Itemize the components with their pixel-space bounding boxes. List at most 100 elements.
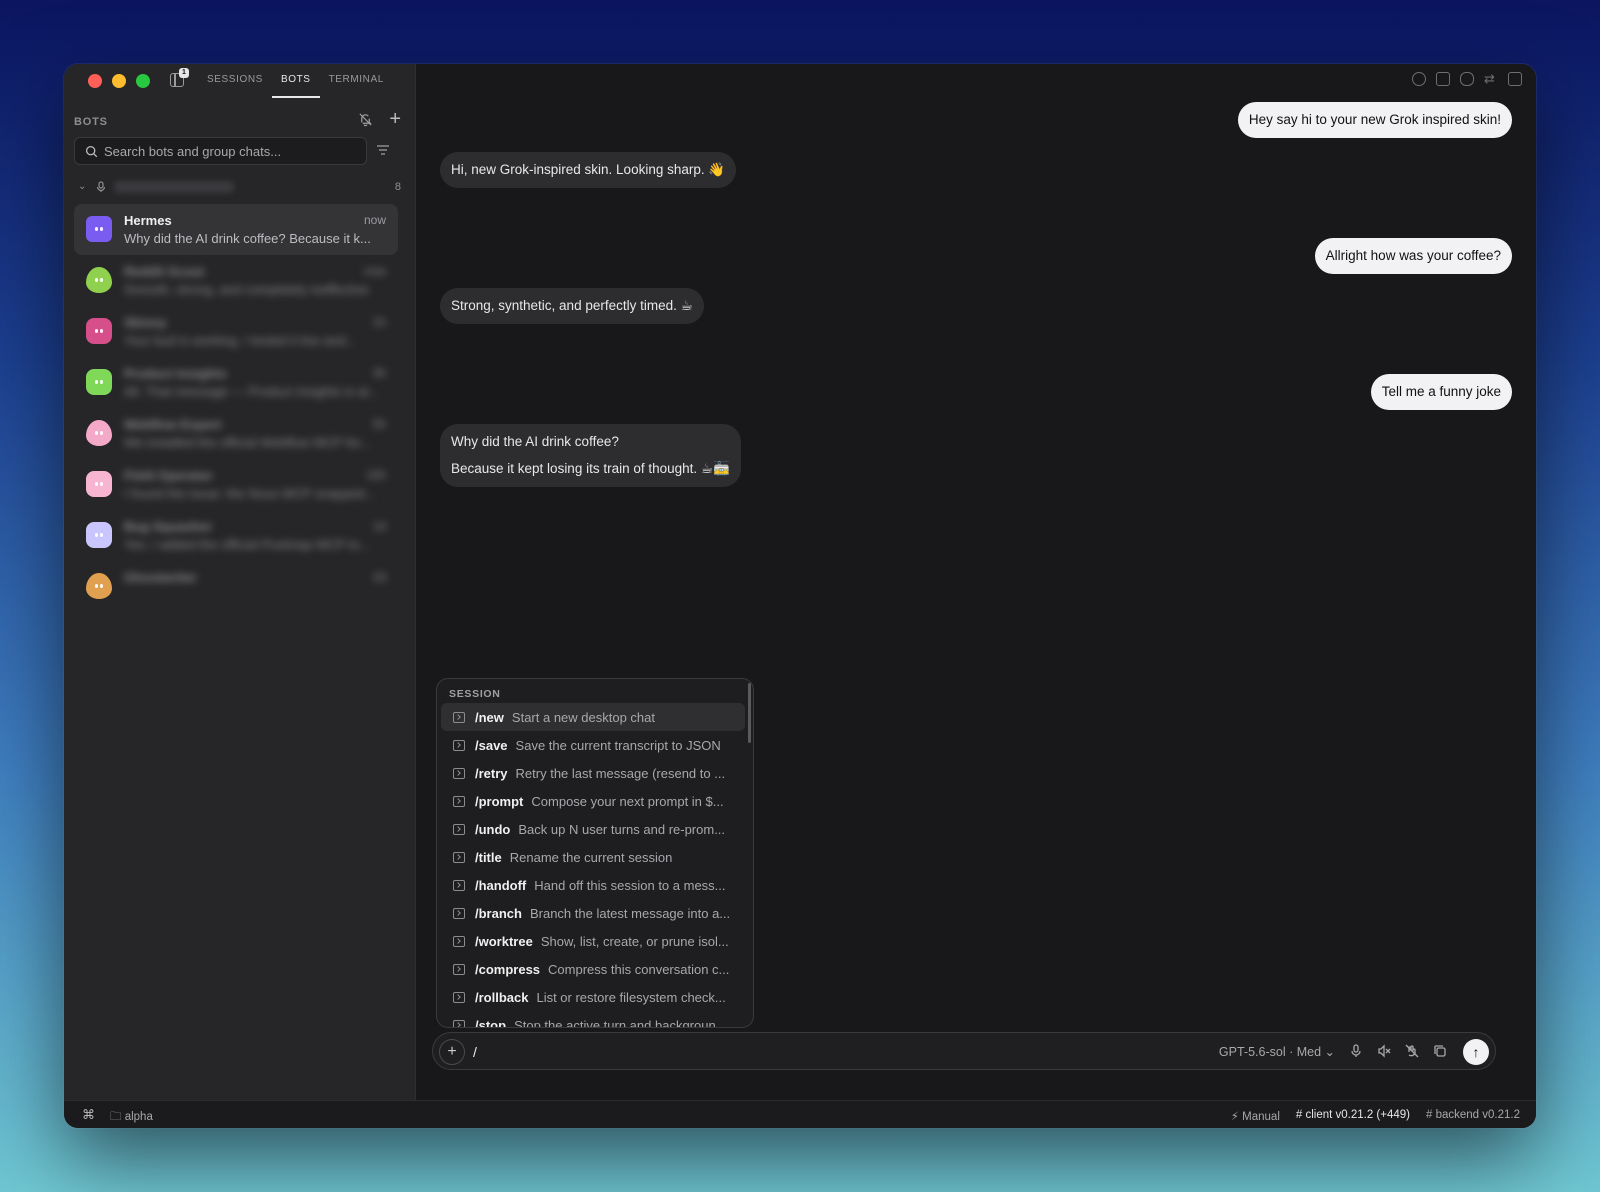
avatar-eyes: [93, 584, 105, 588]
composer-controls: [1349, 1044, 1447, 1058]
bot-list-item[interactable]: Bug Squasher 1d Yes. I added the official …: [74, 510, 398, 561]
command-item[interactable]: /worktree Show, list, create, or prune is…: [441, 927, 745, 955]
tab-terminal[interactable]: TERMINAL: [320, 64, 393, 98]
tab-sessions[interactable]: SESSIONS: [198, 64, 272, 98]
bot-list-item[interactable]: Field Operator 10h I found the issue: the …: [74, 459, 398, 510]
message-line: Strong, synthetic, and perfectly timed. …: [451, 298, 693, 313]
microphone-icon[interactable]: [1349, 1044, 1363, 1058]
message-line: Hey say hi to your new Grok inspired ski…: [1248, 112, 1501, 127]
command-description: Retry the last message (resend to ...: [515, 765, 726, 781]
composer: + GPT-5.6-sol · Med ⌄ ↑: [432, 1032, 1496, 1070]
command-item[interactable]: /new Start a new desktop chat: [441, 703, 745, 731]
bot-name: Ghostwriter: [124, 570, 197, 585]
sidebar-toggle-icon[interactable]: 1: [170, 68, 189, 87]
folder-name: alpha: [124, 1111, 153, 1123]
palette-section-title: SESSION: [449, 688, 501, 700]
command-description: Hand off this session to a mess...: [534, 877, 726, 893]
bot-time: now: [363, 213, 386, 227]
terminal-icon: [453, 711, 465, 723]
bot-list: Hermes now Why did the AI drink coffee? Be…: [74, 204, 398, 612]
terminal-icon: [453, 739, 465, 751]
attach-button[interactable]: +: [439, 1039, 465, 1065]
user-message: Hey say hi to your new Grok inspired ski…: [1237, 102, 1512, 138]
group-name-redacted: [114, 181, 234, 193]
terminal-icon: [453, 767, 465, 779]
minimize-window-button[interactable]: [112, 74, 126, 88]
group-row[interactable]: ⌄ 8: [78, 181, 401, 197]
avatar-eyes: [93, 431, 105, 435]
message-line: Because it kept losing its train of thou…: [451, 461, 730, 476]
bot-list-item[interactable]: Webflow Expert 5h We installed the officia…: [74, 408, 398, 459]
command-item[interactable]: /title Rename the current session: [441, 843, 745, 871]
command-item[interactable]: /stop Stop the active turn and backgroun.…: [441, 1011, 745, 1028]
bot-list-item[interactable]: Product Insights 3h All. That message — Pr…: [74, 357, 398, 408]
folder-indicator[interactable]: 🗀 alpha: [110, 1109, 153, 1128]
command-list: /new Start a new desktop chat/save Save th…: [441, 703, 745, 1028]
bot-list-item[interactable]: Hermes now Why did the AI drink coffee? Be…: [74, 204, 398, 255]
search-input[interactable]: [104, 143, 344, 159]
bot-message: Strong, synthetic, and perfectly timed. …: [440, 288, 704, 324]
terminal-icon: [453, 935, 465, 947]
model-selector[interactable]: GPT-5.6-sol · Med ⌄: [1219, 1044, 1335, 1059]
bot-avatar: [86, 420, 112, 446]
window-controls: [88, 74, 150, 88]
user-message: Tell me a funny joke: [1370, 374, 1512, 410]
command-description: Compress this conversation c...: [548, 961, 730, 977]
copy-icon[interactable]: [1433, 1044, 1447, 1058]
chat-area: Hey say hi to your new Grok inspired ski…: [416, 64, 1536, 1100]
terminal-icon: [453, 963, 465, 975]
bot-avatar: [86, 573, 112, 599]
palette-scrollbar[interactable]: [748, 683, 751, 743]
mode-indicator[interactable]: ⚡︎ Manual: [1231, 1109, 1280, 1123]
bell-off-icon[interactable]: [358, 112, 373, 127]
terminal-icon: [453, 879, 465, 891]
bot-time: now: [363, 264, 386, 278]
command-name: /rollback: [475, 989, 529, 1005]
command-name: /prompt: [475, 793, 524, 809]
bots-header: BOTS +: [74, 109, 405, 129]
filter-icon[interactable]: [376, 144, 390, 156]
bot-avatar: [86, 267, 112, 293]
speaker-off-icon[interactable]: [1377, 1044, 1391, 1058]
command-item[interactable]: /handoff Hand off this session to a mess.…: [441, 871, 745, 899]
command-name: /worktree: [475, 933, 533, 949]
command-item[interactable]: /rollback List or restore filesystem chec…: [441, 983, 745, 1011]
bot-preview: Your bud is working. I tested it live an…: [124, 333, 357, 348]
command-item[interactable]: /branch Branch the latest message into a.…: [441, 899, 745, 927]
close-window-button[interactable]: [88, 74, 102, 88]
command-name: /title: [475, 849, 502, 865]
bot-message: Why did the AI drink coffee? Because it k…: [440, 424, 741, 487]
command-item[interactable]: /retry Retry the last message (resend to …: [441, 759, 745, 787]
message-line: Allright how was your coffee?: [1325, 248, 1501, 263]
send-button[interactable]: ↑: [1463, 1039, 1489, 1065]
search-box: [74, 137, 367, 165]
command-description: Stop the active turn and backgroun...: [514, 1017, 727, 1028]
command-item[interactable]: /save Save the current transcript to JSON: [441, 731, 745, 759]
avatar-eyes: [93, 278, 105, 282]
backend-version-label: backend v0.21.2: [1435, 1109, 1520, 1121]
bot-preview: Yes. I added the official Postmap MCP to…: [124, 537, 371, 552]
tab-bots[interactable]: BOTS: [271, 64, 320, 98]
bot-name: Reddit Scout: [124, 264, 205, 279]
command-item[interactable]: /undo Back up N user turns and re-prom...: [441, 815, 745, 843]
bot-list-item[interactable]: Reddit Scout now Smooth, strong, and compl…: [74, 255, 398, 306]
bot-list-item[interactable]: Skinny 1h Your bud is working. I tested it…: [74, 306, 398, 357]
bot-list-item[interactable]: Ghostwriter 2d: [74, 561, 398, 612]
bot-name: Field Operator: [124, 468, 213, 483]
chevron-down-icon[interactable]: ⌄: [78, 181, 86, 192]
message-line: Why did the AI drink coffee?: [451, 434, 619, 449]
command-item[interactable]: /prompt Compose your next prompt in $...: [441, 787, 745, 815]
bot-name: Hermes: [124, 213, 172, 228]
terminal-icon: [453, 991, 465, 1003]
command-name: /new: [475, 709, 504, 725]
model-label: GPT-5.6-sol · Med: [1218, 1045, 1322, 1059]
client-version: # client v0.21.2 (+449): [1295, 1109, 1410, 1121]
message-input[interactable]: [473, 1042, 1173, 1062]
command-item[interactable]: /compress Compress this conversation c...: [441, 955, 745, 983]
bot-name: Product Insights: [124, 366, 227, 381]
command-name: /save: [475, 737, 508, 753]
maximize-window-button[interactable]: [136, 74, 150, 88]
hand-off-icon[interactable]: [1405, 1044, 1419, 1058]
command-key-icon[interactable]: ⌘: [82, 1107, 95, 1123]
add-bot-button[interactable]: +: [389, 109, 401, 129]
